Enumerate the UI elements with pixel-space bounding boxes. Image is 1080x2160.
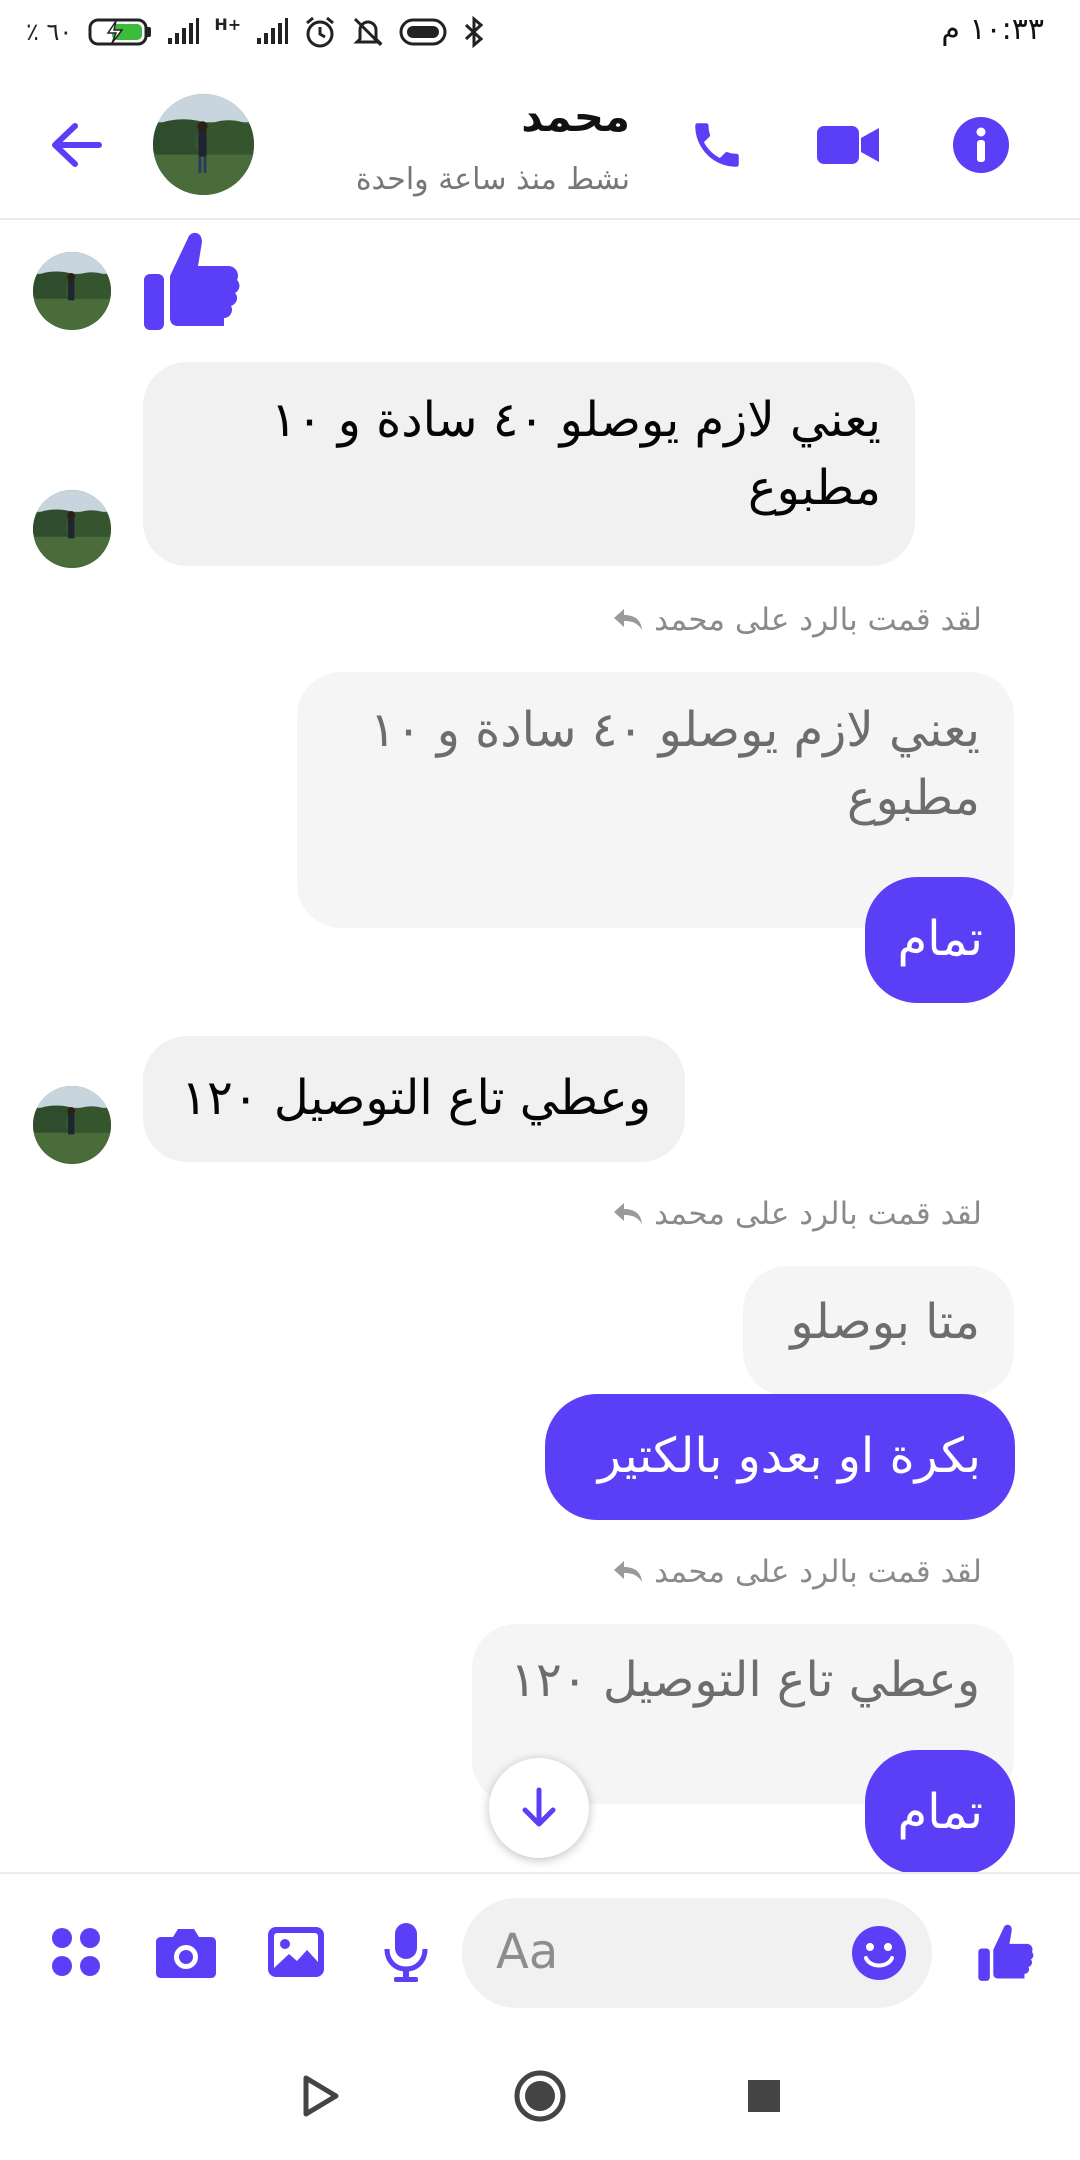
video-camera-icon: [817, 126, 879, 164]
signal-2-icon: [257, 18, 289, 44]
message-input-placeholder: Aa: [496, 1924, 559, 1980]
incoming-message-bubble[interactable]: يعني لازم يوصلو ٤٠ سادة و ١٠ مطبوع: [143, 362, 915, 566]
arrow-left-icon: [52, 123, 102, 167]
signal-icon: [168, 18, 200, 44]
scroll-to-bottom-button[interactable]: [489, 1758, 589, 1858]
avatar-photo: [33, 490, 111, 568]
nav-home-button[interactable]: [510, 2066, 570, 2126]
camera-icon: [156, 1929, 216, 1978]
sender-avatar[interactable]: [33, 252, 111, 330]
contact-status: نشط منذ ساعة واحدة: [355, 162, 630, 197]
call-button[interactable]: [682, 110, 752, 180]
reply-arrow-icon: [614, 1203, 643, 1224]
home-circle-icon: [514, 2070, 566, 2122]
sender-avatar[interactable]: [33, 1086, 111, 1164]
square-icon: [748, 2080, 780, 2112]
status-bar: ٦٠ ٪ H+ ١٠:٣٣ م: [0, 0, 1080, 66]
thumbs-up-icon: [978, 1924, 1034, 1981]
alarm-icon: [306, 16, 335, 48]
status-icons: ٦٠ ٪ H+: [26, 12, 487, 52]
info-icon: [953, 117, 1009, 173]
network-type: H+: [214, 14, 242, 34]
system-navigation-bar: [0, 2032, 1080, 2160]
incoming-message-bubble[interactable]: وعطي تاع التوصيل ١٢٠: [143, 1036, 685, 1162]
status-time: ١٠:٣٣ م: [941, 12, 1044, 47]
reply-note-text: لقد قمت بالرد على محمد: [654, 602, 982, 638]
reply-indicator: لقد قمت بالرد على محمد: [612, 1554, 982, 1590]
message-composer: Aa: [0, 1872, 1080, 2030]
message-input[interactable]: Aa: [462, 1898, 932, 2008]
chat-header: محمد نشط منذ ساعة واحدة: [0, 70, 1080, 220]
reply-arrow-icon: [614, 1561, 643, 1582]
gallery-button[interactable]: [258, 1914, 334, 1990]
thumbs-up-icon: [144, 232, 240, 330]
battery-icon: [88, 18, 152, 46]
outgoing-message-bubble[interactable]: بكرة او بعدو بالكتير: [545, 1394, 1015, 1520]
camera-button[interactable]: [148, 1914, 224, 1990]
voice-record-button[interactable]: [368, 1914, 444, 1990]
send-like-button[interactable]: [968, 1914, 1044, 1990]
smiley-icon: [852, 1926, 906, 1980]
reply-indicator: لقد قمت بالرد على محمد: [612, 1196, 982, 1232]
quoted-message[interactable]: متا بوصلو: [743, 1266, 1014, 1396]
like-message[interactable]: [142, 228, 242, 332]
arrow-down-icon: [522, 1787, 556, 1827]
reply-indicator: لقد قمت بالرد على محمد: [612, 602, 982, 638]
reply-note-text: لقد قمت بالرد على محمد: [654, 1196, 982, 1232]
phone-icon: [695, 123, 739, 167]
toggle-icon: [399, 18, 447, 46]
message-list[interactable]: يعني لازم يوصلو ٤٠ سادة و ١٠ مطبوع لقد ق…: [0, 222, 1080, 1872]
back-button[interactable]: [46, 115, 106, 175]
avatar-photo: [33, 252, 111, 330]
play-triangle-icon: [303, 2075, 339, 2117]
microphone-icon: [384, 1923, 428, 1982]
info-button[interactable]: [946, 110, 1016, 180]
more-actions-button[interactable]: [38, 1914, 114, 1990]
emoji-button[interactable]: [846, 1920, 912, 1986]
battery-percent: ٦٠ ٪: [26, 18, 73, 46]
avatar-photo: [33, 1086, 111, 1164]
outgoing-message-bubble[interactable]: تمام: [865, 877, 1015, 1003]
bell-off-icon: [353, 17, 383, 47]
bluetooth-icon: [465, 15, 484, 49]
nav-recents-button[interactable]: [734, 2066, 794, 2126]
nav-back-button[interactable]: [290, 2066, 350, 2126]
video-call-button[interactable]: [813, 110, 883, 180]
sender-avatar[interactable]: [33, 490, 111, 568]
four-dots-icon: [52, 1928, 100, 1976]
contact-name[interactable]: محمد: [230, 92, 630, 141]
image-icon: [268, 1927, 324, 1977]
reply-note-text: لقد قمت بالرد على محمد: [654, 1554, 982, 1590]
outgoing-message-bubble[interactable]: تمام: [865, 1750, 1015, 1872]
reply-arrow-icon: [614, 609, 643, 630]
